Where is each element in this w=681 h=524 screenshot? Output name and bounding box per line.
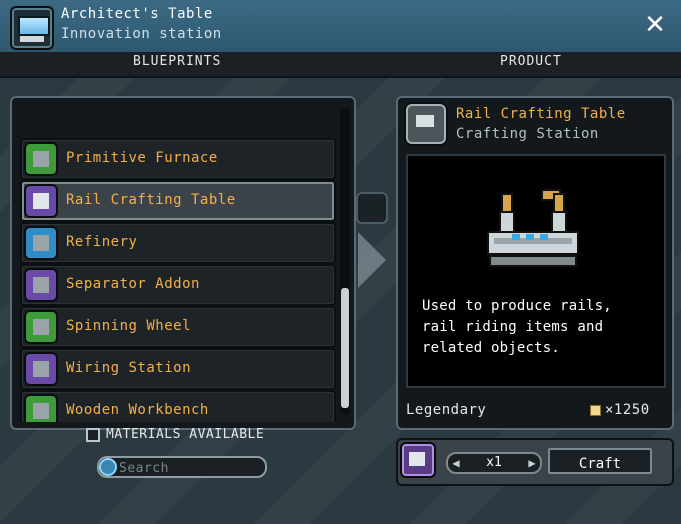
spinning-wheel-icon xyxy=(24,310,58,344)
product-description: Used to produce rails, rail riding items… xyxy=(422,298,612,356)
quantity-value: x1 xyxy=(486,455,502,470)
workbench-icon xyxy=(24,394,58,422)
rail-table-icon xyxy=(400,442,436,478)
computer-screen xyxy=(18,16,50,36)
wiring-station-icon xyxy=(24,352,58,386)
product-header: PRODUCT xyxy=(500,54,562,69)
quantity-stepper[interactable]: ◀ x1 ▶ xyxy=(446,452,542,474)
blueprint-list-panel: Primitive Furnace Rail Crafting Table Re… xyxy=(10,96,356,430)
column-header-strip xyxy=(0,52,681,78)
crafting-window: Architect's Table Innovation station ✕ B… xyxy=(0,0,681,524)
decrease-quantity-icon[interactable]: ◀ xyxy=(448,454,464,472)
computer-base xyxy=(20,36,44,42)
list-item[interactable]: Refinery xyxy=(20,222,336,264)
increase-quantity-icon[interactable]: ▶ xyxy=(524,454,540,472)
list-item-label: Refinery xyxy=(66,234,138,250)
price: ×1250 xyxy=(590,402,650,418)
computer-icon xyxy=(10,6,54,50)
list-item[interactable]: Primitive Furnace xyxy=(20,138,336,180)
search-icon xyxy=(99,458,117,476)
craft-bar: ◀ x1 ▶ Craft xyxy=(396,438,674,486)
materials-available-filter[interactable]: MATERIALS AVAILABLE xyxy=(86,427,264,442)
rail-table-icon xyxy=(24,184,58,218)
furnace-icon xyxy=(24,142,58,176)
close-icon: ✕ xyxy=(644,10,666,40)
arrow-right-icon xyxy=(358,232,386,288)
list-item[interactable]: Wooden Workbench xyxy=(20,390,336,422)
list-item[interactable]: Separator Addon xyxy=(20,264,336,306)
close-button[interactable]: ✕ xyxy=(642,12,668,38)
product-display: Used to produce rails, rail riding items… xyxy=(406,154,666,388)
product-header-row: Rail Crafting Table Crafting Station xyxy=(402,100,668,148)
product-type: Crafting Station xyxy=(456,126,599,142)
list-item[interactable]: Spinning Wheel xyxy=(20,306,336,348)
separator-icon xyxy=(24,268,58,302)
materials-label: MATERIALS AVAILABLE xyxy=(106,427,265,442)
list-item[interactable]: Wiring Station xyxy=(20,348,336,390)
list-item-label: Separator Addon xyxy=(66,276,200,292)
title-bar: Architect's Table Innovation station ✕ xyxy=(0,0,681,54)
window-subtitle: Innovation station xyxy=(61,26,222,42)
window-title: Architect's Table xyxy=(61,6,213,22)
blueprint-list[interactable]: Primitive Furnace Rail Crafting Table Re… xyxy=(18,104,336,422)
rail-crafting-table-image xyxy=(487,189,579,267)
price-value: ×1250 xyxy=(605,402,650,418)
product-panel: Rail Crafting Table Crafting Station Use… xyxy=(396,96,674,430)
list-item-label: Rail Crafting Table xyxy=(66,192,236,208)
list-item-label: Wiring Station xyxy=(66,360,192,376)
materials-checkbox[interactable] xyxy=(86,427,100,442)
list-item-label: Wooden Workbench xyxy=(66,402,209,418)
search-input[interactable] xyxy=(117,458,261,478)
rarity-label: Legendary xyxy=(406,402,487,418)
pixel-currency-icon xyxy=(590,404,601,416)
rail-table-icon xyxy=(404,102,448,146)
blueprints-header: BLUEPRINTS xyxy=(133,54,222,69)
craft-button[interactable]: Craft xyxy=(548,448,652,474)
list-icon xyxy=(356,192,388,224)
search-box[interactable] xyxy=(97,456,267,478)
list-scrollbar[interactable] xyxy=(340,108,350,414)
product-name: Rail Crafting Table xyxy=(456,106,626,122)
list-item-selected[interactable]: Rail Crafting Table xyxy=(20,180,336,222)
list-item-label: Spinning Wheel xyxy=(66,318,192,334)
refinery-icon xyxy=(24,226,58,260)
list-item-label: Primitive Furnace xyxy=(66,150,218,166)
scrollbar-thumb[interactable] xyxy=(341,288,349,408)
